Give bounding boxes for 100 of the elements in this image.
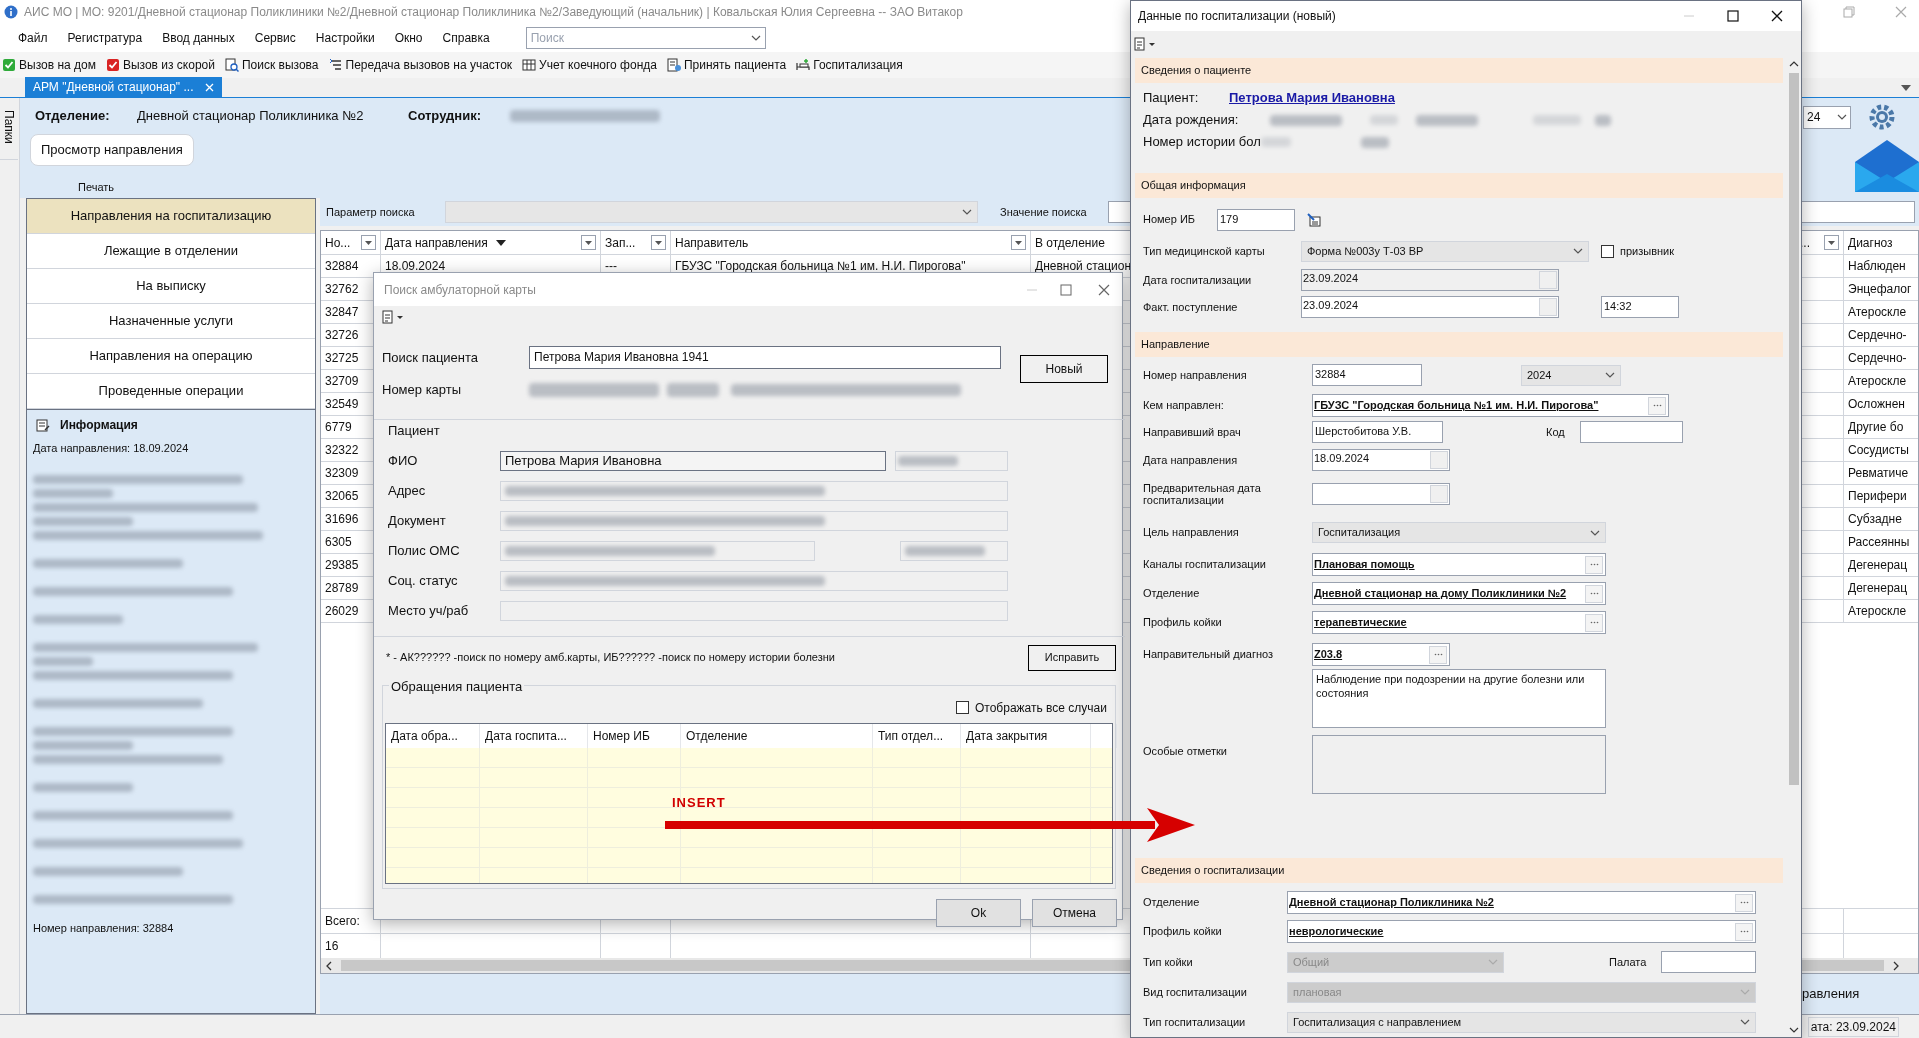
column-header[interactable]: Но...: [325, 233, 351, 252]
column-header[interactable]: Тип отдел...: [878, 726, 944, 745]
input-field[interactable]: [1580, 421, 1683, 443]
date-picker-button[interactable]: [1539, 298, 1557, 316]
input-field[interactable]: [500, 540, 815, 561]
nav-item[interactable]: На выписку: [27, 269, 315, 304]
input-field[interactable]: [900, 540, 1008, 561]
vertical-scrollbar[interactable]: [1787, 56, 1801, 1037]
column-header[interactable]: Дата обра...: [391, 726, 458, 745]
filter-button[interactable]: [361, 235, 376, 250]
input-field[interactable]: 32884: [1312, 364, 1422, 386]
browse-button[interactable]: [1585, 613, 1603, 632]
chevron-down-icon[interactable]: [1789, 1027, 1799, 1033]
chevron-right-icon[interactable]: [1892, 960, 1900, 971]
input-field[interactable]: [500, 480, 1008, 501]
diagnosis-text-area[interactable]: Наблюдение при подозрении на другие болезни или состояния: [1312, 669, 1606, 728]
filter-button[interactable]: [1011, 235, 1026, 250]
toolbar-button[interactable]: Поиск вызова: [225, 56, 319, 74]
lookup-field[interactable]: неврологические: [1287, 920, 1756, 943]
column-header[interactable]: Дата закрытия: [966, 726, 1048, 745]
column-header[interactable]: ...: [1800, 233, 1810, 252]
date-picker-button[interactable]: [1430, 485, 1448, 503]
year-select[interactable]: 24: [1803, 105, 1851, 129]
column-header[interactable]: В отделение: [1035, 233, 1105, 252]
menu-item[interactable]: Справка: [434, 27, 498, 49]
new-button[interactable]: Новый: [1020, 355, 1108, 383]
patient-search-field[interactable]: Петрова Мария Ивановна 1941: [529, 346, 1001, 369]
edit-icon[interactable]: [1307, 212, 1321, 227]
toolbar-button[interactable]: Принять пациента: [666, 56, 787, 74]
browse-button[interactable]: [1735, 922, 1753, 941]
column-header[interactable]: Направитель: [675, 233, 749, 252]
browse-button[interactable]: [1585, 555, 1603, 574]
referral-button[interactable]: равления: [1802, 984, 1915, 1004]
patient-link[interactable]: Петрова Мария Ивановна: [1229, 88, 1395, 108]
menu-item[interactable]: Сервис: [246, 27, 304, 49]
ok-button[interactable]: Ok: [936, 898, 1021, 927]
toolbar-button[interactable]: Передача вызовов на участок: [328, 56, 513, 74]
input-field[interactable]: [500, 600, 1008, 621]
checkbox[interactable]: [1601, 244, 1614, 258]
close-icon[interactable]: [1771, 10, 1783, 22]
nav-item[interactable]: Проведенные операции: [27, 374, 315, 409]
input-field[interactable]: Петрова Мария Ивановна: [500, 450, 886, 471]
input-field[interactable]: 179: [1217, 208, 1295, 231]
view-referral-button[interactable]: Просмотр направления: [30, 134, 194, 166]
tab[interactable]: АРМ "Дневной стационар" ...: [25, 77, 222, 97]
lookup-field[interactable]: терапевтические: [1312, 611, 1606, 634]
input-field[interactable]: [500, 510, 1008, 531]
lookup-field[interactable]: Z03.8: [1312, 643, 1450, 666]
date-picker-button[interactable]: [1430, 451, 1448, 469]
input-field[interactable]: 14:32: [1601, 296, 1679, 318]
select-field[interactable]: Форма №003у Т-03 ВР: [1301, 240, 1589, 262]
menu-item[interactable]: Окно: [386, 27, 431, 49]
folders-tab[interactable]: Папки: [0, 110, 18, 160]
menu-item[interactable]: Файл: [10, 27, 56, 49]
menu-item[interactable]: Ввод данных: [154, 27, 243, 49]
column-header[interactable]: Отделение: [686, 726, 748, 745]
lookup-field[interactable]: Дневной стационар Поликлиника №2: [1287, 891, 1756, 914]
maximize-icon[interactable]: [1727, 10, 1739, 22]
column-header[interactable]: Номер ИБ: [593, 726, 650, 745]
chevron-left-icon[interactable]: [325, 960, 333, 971]
input-field[interactable]: Шерстобитова У.В.: [1312, 421, 1443, 443]
menu-item[interactable]: Настройки: [307, 27, 383, 49]
nav-item[interactable]: Направления на госпитализацию: [27, 199, 315, 234]
lookup-field[interactable]: ГБУЗС "Городская больница №1 им. Н.И. Пирогова": [1312, 394, 1669, 417]
date-field[interactable]: 18.09.2024: [1312, 449, 1450, 471]
lookup-field[interactable]: Плановая помощь: [1312, 553, 1606, 576]
browse-button[interactable]: [1429, 645, 1447, 664]
checkbox[interactable]: [956, 701, 969, 714]
browse-button[interactable]: [1585, 584, 1603, 603]
cancel-button[interactable]: Отмена: [1032, 898, 1117, 927]
column-header[interactable]: Дата направления: [385, 233, 488, 252]
column-header[interactable]: Дата госпита...: [485, 726, 567, 745]
input-field[interactable]: [895, 450, 1008, 471]
date-field[interactable]: [1312, 483, 1450, 505]
lookup-field[interactable]: Дневной стационар на дому Поликлиники №2: [1312, 582, 1606, 605]
browse-button[interactable]: [1735, 893, 1753, 912]
filter-button[interactable]: [581, 235, 596, 250]
menu-item[interactable]: Регистратура: [59, 27, 151, 49]
date-field[interactable]: 23.09.2024: [1301, 296, 1559, 318]
select-field[interactable]: Госпитализация: [1312, 522, 1606, 543]
notes-text-area[interactable]: [1312, 735, 1606, 794]
browse-button[interactable]: [1648, 396, 1666, 415]
input-field[interactable]: [1661, 951, 1756, 973]
nav-item[interactable]: Направления на операцию: [27, 339, 315, 374]
select-field[interactable]: 2024: [1521, 364, 1621, 386]
column-header[interactable]: Диагноз: [1848, 233, 1893, 252]
chevron-up-icon[interactable]: [1789, 61, 1799, 67]
filter-button[interactable]: [1824, 235, 1839, 250]
toolbar-button[interactable]: Вызов на дом: [2, 56, 96, 74]
toolbar-button[interactable]: Учет коечного фонда: [522, 56, 657, 74]
envelope-icon[interactable]: [1855, 140, 1919, 192]
nav-item[interactable]: Назначенные услуги: [27, 304, 315, 339]
settings-icon[interactable]: [1867, 102, 1897, 132]
nav-item[interactable]: Лежащие в отделении: [27, 234, 315, 269]
restore-icon[interactable]: [1843, 6, 1855, 18]
filter-button[interactable]: [651, 235, 666, 250]
toolbar-button[interactable]: Вызов из скорой: [105, 56, 215, 74]
input-field[interactable]: [500, 570, 1008, 591]
toolbar-button[interactable]: Госпитализация: [796, 56, 903, 74]
search-parameter-select[interactable]: [445, 201, 978, 223]
